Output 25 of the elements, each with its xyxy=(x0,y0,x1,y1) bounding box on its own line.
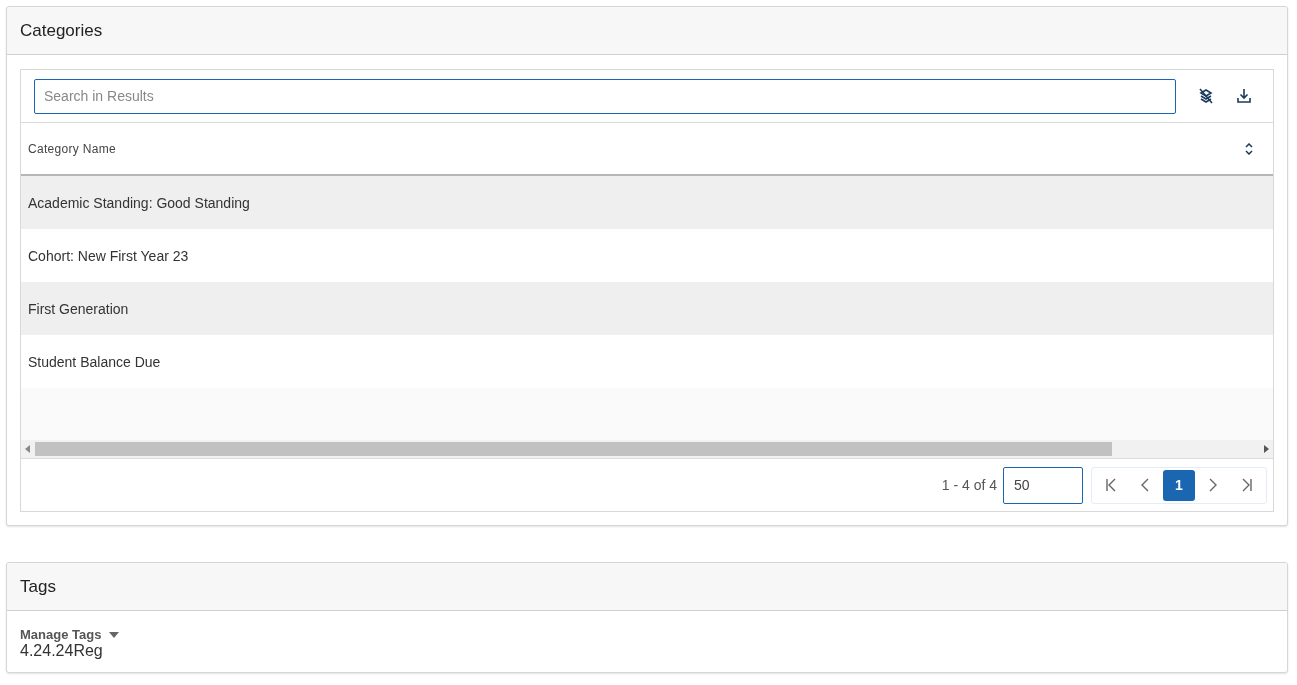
last-page-icon xyxy=(1241,478,1253,492)
result-count: 1 - 4 of 4 xyxy=(941,477,997,493)
panel-title: Tags xyxy=(20,576,56,597)
table-cell: Academic Standing: Good Standing xyxy=(28,194,250,211)
download-icon xyxy=(1236,88,1252,104)
layers-crossed-icon xyxy=(1198,88,1214,104)
page-button[interactable]: 1 xyxy=(1163,469,1195,501)
manage-tags-dropdown[interactable]: Manage Tags xyxy=(20,627,120,642)
scroll-left-icon xyxy=(25,445,31,453)
chevron-right-icon xyxy=(1209,478,1217,492)
caret-icon xyxy=(109,631,120,638)
panel-title: Categories xyxy=(20,20,103,41)
scrollbar-thumb[interactable] xyxy=(35,442,1113,456)
table-cell: First Generation xyxy=(28,300,129,317)
tag-value: 4.24.24Reg xyxy=(20,642,103,660)
chevron-left-icon xyxy=(1141,478,1149,492)
scroll-right-icon xyxy=(1263,445,1269,453)
column-header[interactable]: Category Name xyxy=(21,123,1273,174)
table-cell: Cohort: New First Year 23 xyxy=(28,247,189,264)
first-page-icon xyxy=(1105,478,1117,492)
page-size-field[interactable]: 50 xyxy=(1003,466,1083,504)
sort-icon xyxy=(1245,142,1253,155)
table-cell: Student Balance Due xyxy=(28,353,161,370)
search-field[interactable]: Search in Results xyxy=(34,78,1176,114)
horizontal-scrollbar[interactable] xyxy=(21,440,1273,458)
